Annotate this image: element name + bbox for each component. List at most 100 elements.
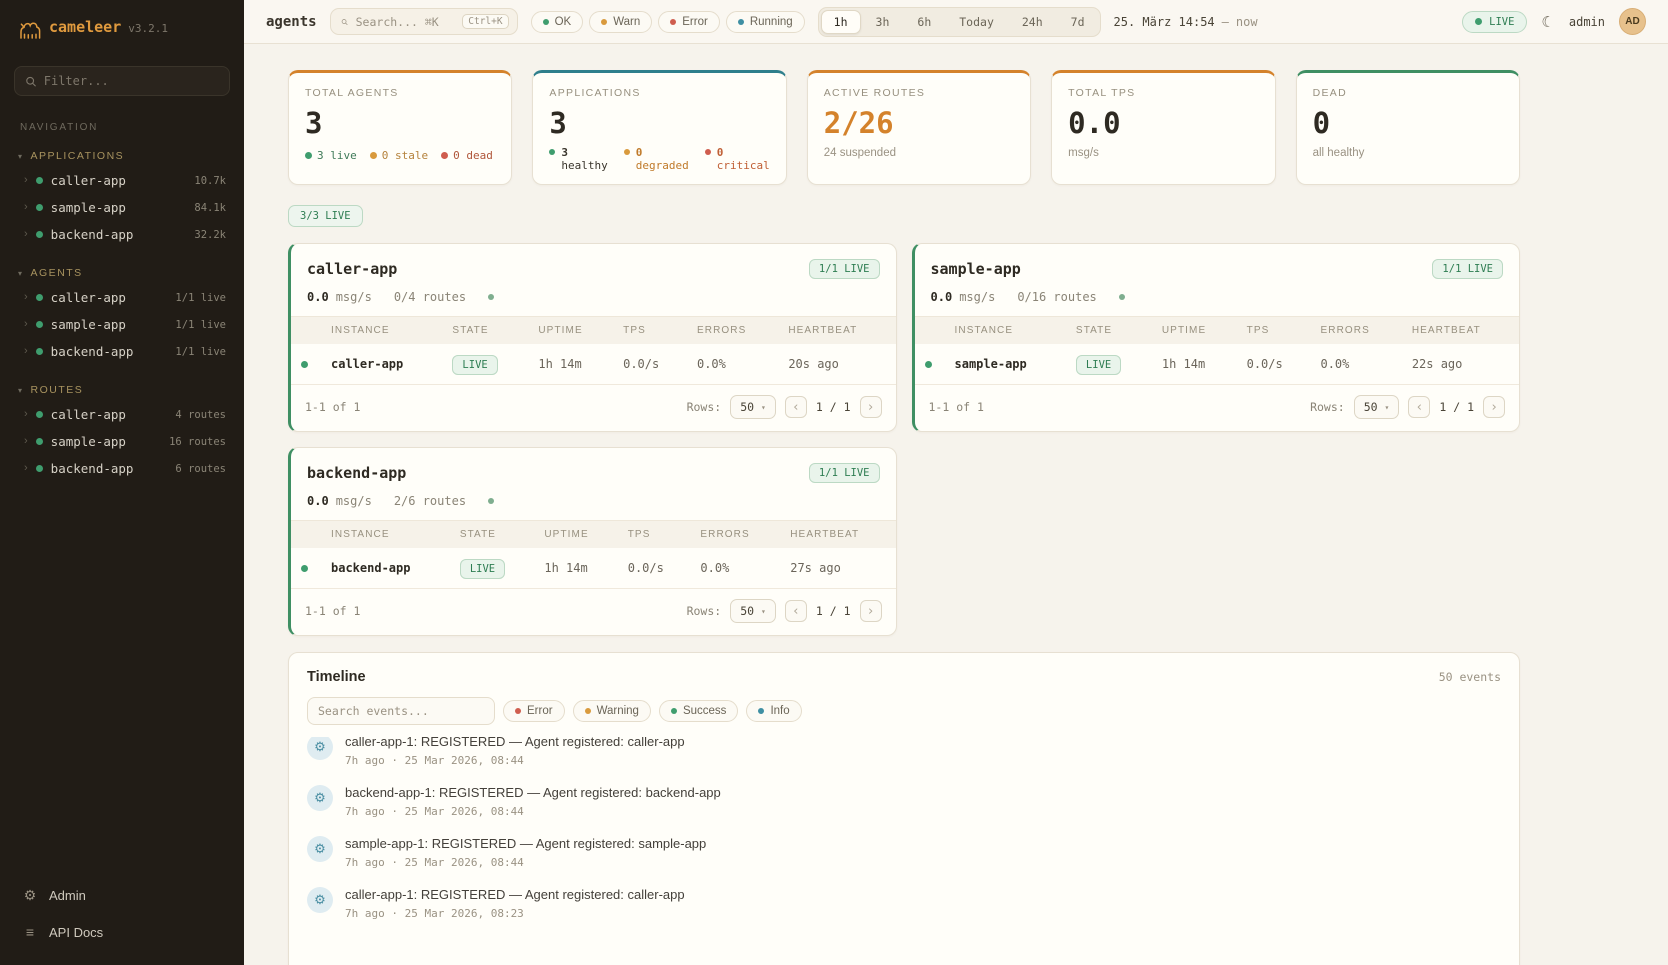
item-badge: 1/1 live <box>175 346 226 358</box>
timeline-filter-warning[interactable]: Warning <box>573 700 651 722</box>
status-dot <box>543 19 549 25</box>
timeline-filter-info[interactable]: Info <box>746 700 801 722</box>
timeline-filter-error[interactable]: Error <box>503 700 565 722</box>
state-badge: LIVE <box>452 355 497 375</box>
sidebar-item-routes-sample-app[interactable]: › sample-app 16 routes <box>12 428 232 455</box>
filter-chip-ok[interactable]: OK <box>531 11 584 33</box>
sidebar-filter-box[interactable] <box>14 66 230 96</box>
avatar[interactable]: AD <box>1619 8 1646 35</box>
status-dot <box>738 19 744 25</box>
timeline-event[interactable]: ⚙ caller-app-1: REGISTERED — Agent regis… <box>307 878 1501 929</box>
routes-count: 2/6 routes <box>394 494 466 508</box>
status-filter-group: OK Warn Error Running <box>531 11 805 33</box>
rows-per-page-select[interactable]: 50 ▾ <box>730 599 776 623</box>
section-header-agents[interactable]: ▾ AGENTS <box>12 262 232 284</box>
page-indicator: 1 / 1 <box>816 604 851 618</box>
timeline-filter-success[interactable]: Success <box>659 700 738 722</box>
chip-label: Warning <box>597 705 639 717</box>
column-header: TPS <box>1237 317 1311 344</box>
item-label: backend-app <box>51 344 134 359</box>
timeline-search-input[interactable] <box>318 704 484 718</box>
filter-chip-warn[interactable]: Warn <box>589 11 652 33</box>
summary-card-dead: DEAD 0 all healthy <box>1296 70 1520 185</box>
rows-per-page-select[interactable]: 50 ▾ <box>1354 395 1400 419</box>
sidebar-item-application-sample-app[interactable]: › sample-app 84.1k <box>12 194 232 221</box>
section-header-routes[interactable]: ▾ ROUTES <box>12 379 232 401</box>
activity-dot <box>488 294 494 300</box>
filter-chip-error[interactable]: Error <box>658 11 720 33</box>
app-version: v3.2.1 <box>128 22 168 35</box>
sidebar-item-agent-caller-app[interactable]: › caller-app 1/1 live <box>12 284 232 311</box>
sidebar-section-routes: ▾ ROUTES › caller-app 4 routes › sample-… <box>12 379 232 482</box>
instance-name: backend-app <box>321 548 450 589</box>
meta-text: degraded <box>636 159 689 172</box>
timeline-event-list[interactable]: ⚙ caller-app-1: REGISTERED — Agent regis… <box>289 737 1519 929</box>
next-page-button[interactable]: › <box>860 600 882 622</box>
next-page-button[interactable]: › <box>1483 396 1505 418</box>
chevron-right-icon: › <box>24 436 28 447</box>
item-label: caller-app <box>51 290 126 305</box>
timeline-title: Timeline <box>307 669 366 685</box>
sidebar-item-admin[interactable]: ⚙ Admin <box>14 878 230 913</box>
chevron-right-icon: › <box>24 229 28 240</box>
event-text: caller-app-1: REGISTERED — Agent registe… <box>345 737 685 749</box>
live-toggle[interactable]: LIVE <box>1462 11 1527 33</box>
time-range-24h[interactable]: 24h <box>1009 10 1056 34</box>
top-bar-right: LIVE ☾ admin AD <box>1462 8 1646 35</box>
date-range-display: 25. März 14:54 — now <box>1114 15 1258 29</box>
sidebar-filter-input[interactable] <box>44 74 219 88</box>
timeline-event[interactable]: ⚙ caller-app-1: REGISTERED — Agent regis… <box>307 737 1501 776</box>
sidebar-item-agent-backend-app[interactable]: › backend-app 1/1 live <box>12 338 232 365</box>
time-range-today[interactable]: Today <box>946 10 1007 34</box>
sidebar-item-agent-sample-app[interactable]: › sample-app 1/1 live <box>12 311 232 338</box>
table-row[interactable]: backend-app LIVE 1h 14m 0.0/s 0.0% 27s a… <box>291 548 896 589</box>
meta-num: 3 <box>561 146 568 159</box>
event-gear-icon: ⚙ <box>307 785 333 811</box>
user-name: admin <box>1569 15 1605 29</box>
content-area: TOTAL AGENTS 3 3 live 0 stale 0 dead APP… <box>244 44 1668 965</box>
sidebar-item-application-caller-app[interactable]: › caller-app 10.7k <box>12 167 232 194</box>
sidebar-item-routes-caller-app[interactable]: › caller-app 4 routes <box>12 401 232 428</box>
event-gear-icon: ⚙ <box>307 887 333 913</box>
card-value: 3 <box>305 106 495 140</box>
summary-card-row: TOTAL AGENTS 3 3 live 0 stale 0 dead APP… <box>288 70 1520 185</box>
prev-page-button[interactable]: ‹ <box>785 396 807 418</box>
next-page-button[interactable]: › <box>860 396 882 418</box>
event-text: backend-app-1: REGISTERED — Agent regist… <box>345 785 721 800</box>
sidebar-item-routes-backend-app[interactable]: › backend-app 6 routes <box>12 455 232 482</box>
chevron-right-icon: › <box>24 346 28 357</box>
section-label: AGENTS <box>31 267 83 279</box>
status-dot <box>36 231 43 238</box>
timeline-search-box[interactable] <box>307 697 495 725</box>
prev-page-button[interactable]: ‹ <box>1408 396 1430 418</box>
rows-per-page-select[interactable]: 50 ▾ <box>730 395 776 419</box>
filter-chip-running[interactable]: Running <box>726 11 805 33</box>
column-header: TPS <box>618 521 691 548</box>
tps-value: 0.0/s <box>1237 344 1311 385</box>
tps-unit: msg/s <box>336 290 372 304</box>
timeline-event[interactable]: ⚙ backend-app-1: REGISTERED — Agent regi… <box>307 776 1501 827</box>
column-header: ERRORS <box>1310 317 1401 344</box>
section-header-applications[interactable]: ▾ APPLICATIONS <box>12 145 232 167</box>
card-value: 2/26 <box>824 106 1014 140</box>
chevron-right-icon: › <box>24 202 28 213</box>
item-badge: 6 routes <box>175 463 226 475</box>
global-search-input[interactable] <box>356 15 455 29</box>
sidebar-item-application-backend-app[interactable]: › backend-app 32.2k <box>12 221 232 248</box>
event-text: sample-app-1: REGISTERED — Agent registe… <box>345 836 706 851</box>
column-header: STATE <box>450 521 535 548</box>
time-range-6h[interactable]: 6h <box>904 10 944 34</box>
time-range-7d[interactable]: 7d <box>1058 10 1098 34</box>
prev-page-button[interactable]: ‹ <box>785 600 807 622</box>
chevron-down-icon: ▾ <box>18 152 24 161</box>
time-range-3h[interactable]: 3h <box>863 10 903 34</box>
time-range-1h[interactable]: 1h <box>821 10 861 34</box>
table-row[interactable]: caller-app LIVE 1h 14m 0.0/s 0.0% 20s ag… <box>291 344 896 385</box>
item-badge: 4 routes <box>175 409 226 421</box>
table-row[interactable]: sample-app LIVE 1h 14m 0.0/s 0.0% 22s ag… <box>915 344 1520 385</box>
global-search-box[interactable]: Ctrl+K <box>330 8 518 35</box>
dark-mode-toggle-icon[interactable]: ☾ <box>1541 13 1554 31</box>
sidebar-item-api-docs[interactable]: ≡ API Docs <box>14 915 230 949</box>
timeline-event[interactable]: ⚙ sample-app-1: REGISTERED — Agent regis… <box>307 827 1501 878</box>
event-time: 7h ago · 25 Mar 2026, 08:23 <box>345 907 685 920</box>
